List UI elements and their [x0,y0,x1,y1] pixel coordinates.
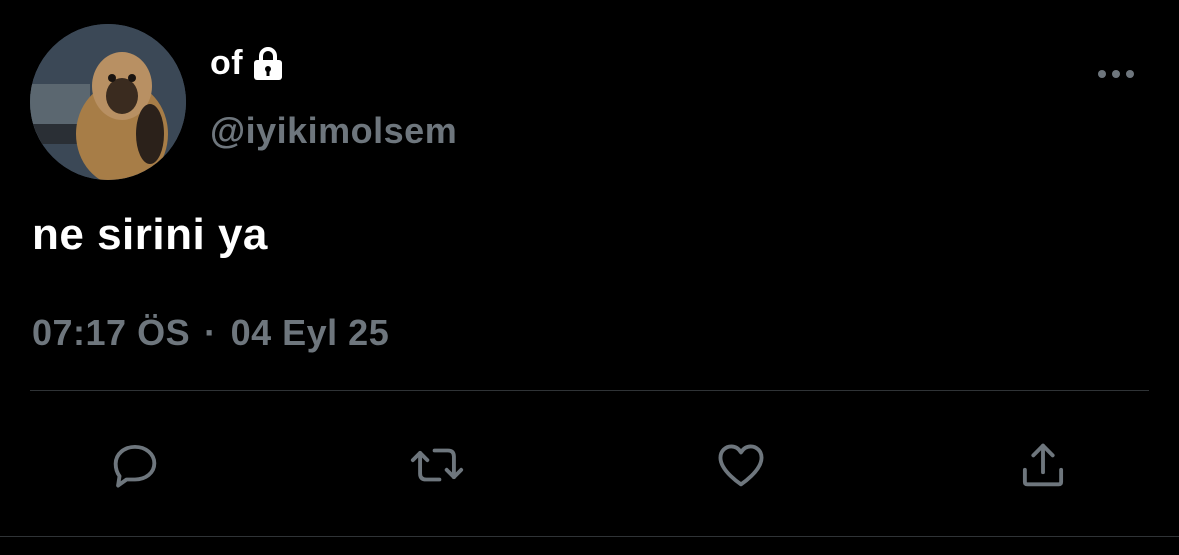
author-name-row: of [210,44,285,83]
avatar[interactable] [30,24,186,180]
more-options-icon[interactable] [1096,62,1136,86]
tweet-timestamp[interactable]: 07:17 ÖS · 04 Eyl 25 [32,312,389,354]
heart-icon [718,444,764,487]
share-upload-icon [1022,443,1064,487]
retweet-icon [410,448,464,482]
meta-separator: · [204,312,217,353]
author-handle[interactable]: @iyikimolsem [210,110,457,152]
bottom-divider [0,536,1179,537]
display-name[interactable]: of [210,44,243,83]
tweet-actions [0,430,1179,500]
like-button[interactable] [706,430,776,500]
tweet-time: 07:17 ÖS [32,312,191,353]
tweet-text: ne sirini ya [32,210,268,259]
reply-button[interactable] [100,430,170,500]
share-button[interactable] [1008,430,1078,500]
retweet-button[interactable] [402,430,472,500]
reply-bubble-icon [113,444,157,488]
tweet-card: of @iyikimolsem ne sirini ya 07:17 ÖS · … [0,0,1179,555]
tweet-date: 04 Eyl 25 [230,312,390,353]
divider [30,390,1149,391]
avatar-image [30,24,186,180]
lock-icon [251,45,285,83]
